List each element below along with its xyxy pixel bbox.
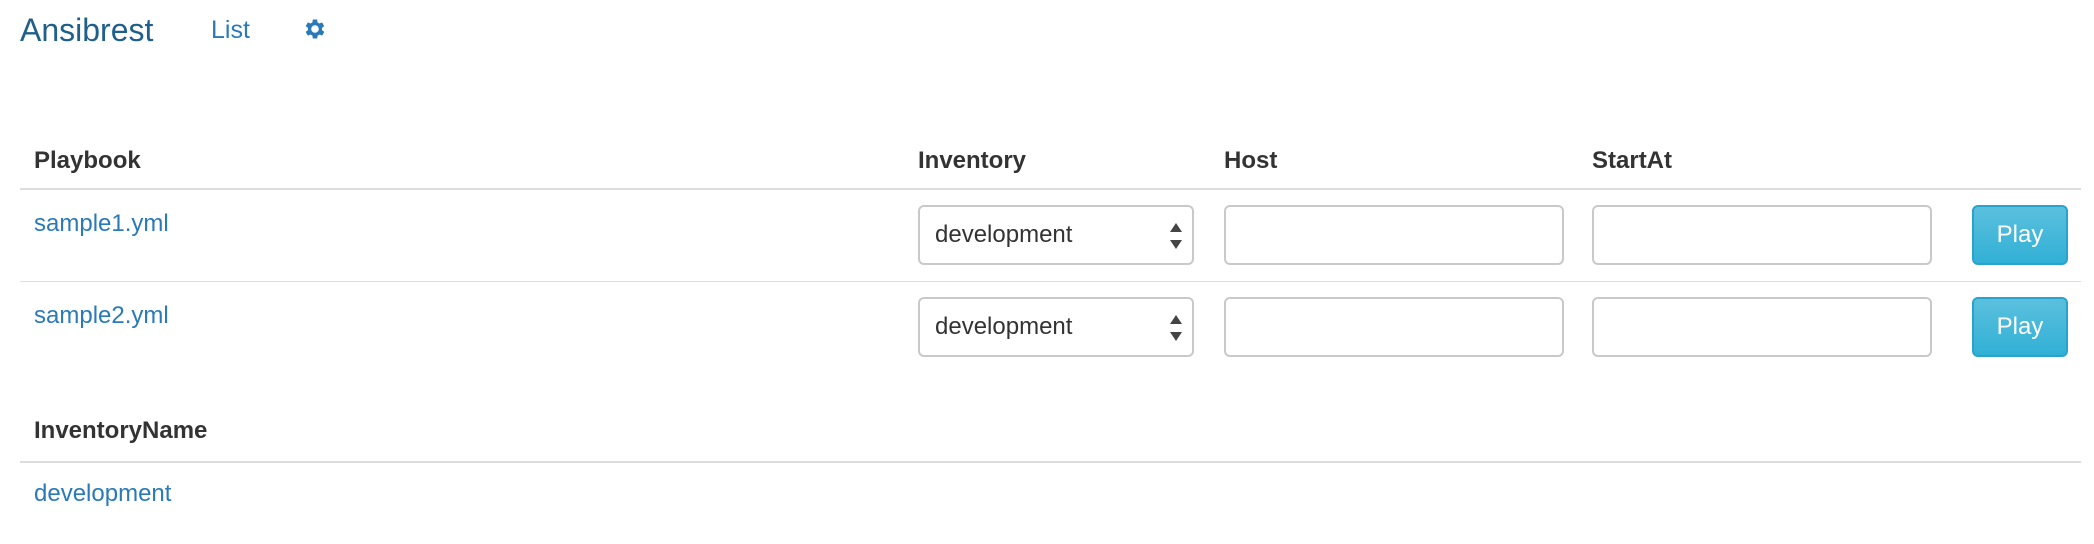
select-arrows-icon <box>1170 223 1182 249</box>
playbooks-header-row: Playbook Inventory Host StartAt <box>20 120 2081 190</box>
nav-list-link[interactable]: List <box>211 13 250 47</box>
playbook-link[interactable]: sample1.yml <box>34 210 169 238</box>
start-at-input[interactable] <box>1592 297 1932 357</box>
inventory-select[interactable]: development <box>918 205 1194 265</box>
play-button[interactable]: Play <box>1972 297 2068 357</box>
inventory-select-value: development <box>935 313 1073 340</box>
inventory-select-value: development <box>935 221 1073 248</box>
page: Ansibrest List Playbook Inventory Host S… <box>0 0 2094 544</box>
brand-link[interactable]: Ansibrest <box>20 10 153 50</box>
table-row: development <box>20 462 2081 523</box>
gear-icon[interactable] <box>302 16 328 42</box>
header-host: Host <box>1210 120 1578 190</box>
playbook-link[interactable]: sample2.yml <box>34 302 169 330</box>
table-row: sample2.yml development Play <box>20 282 2081 374</box>
inventories-table: InventoryName development <box>20 400 2081 523</box>
header-action <box>1946 120 2081 190</box>
inventory-select[interactable]: development <box>918 297 1194 357</box>
start-at-input[interactable] <box>1592 205 1932 265</box>
playbooks-table: Playbook Inventory Host StartAt sample1.… <box>20 120 2081 373</box>
inventories-header-row: InventoryName <box>20 400 2081 463</box>
header-inventory-name: InventoryName <box>20 400 2081 463</box>
play-button[interactable]: Play <box>1972 205 2068 265</box>
header-playbook: Playbook <box>20 120 904 190</box>
inventory-link[interactable]: development <box>34 480 171 508</box>
select-arrows-icon <box>1170 315 1182 341</box>
header-start-at: StartAt <box>1578 120 1946 190</box>
header-inventory: Inventory <box>904 120 1210 190</box>
host-input[interactable] <box>1224 205 1564 265</box>
table-row: sample1.yml development Play <box>20 189 2081 282</box>
host-input[interactable] <box>1224 297 1564 357</box>
